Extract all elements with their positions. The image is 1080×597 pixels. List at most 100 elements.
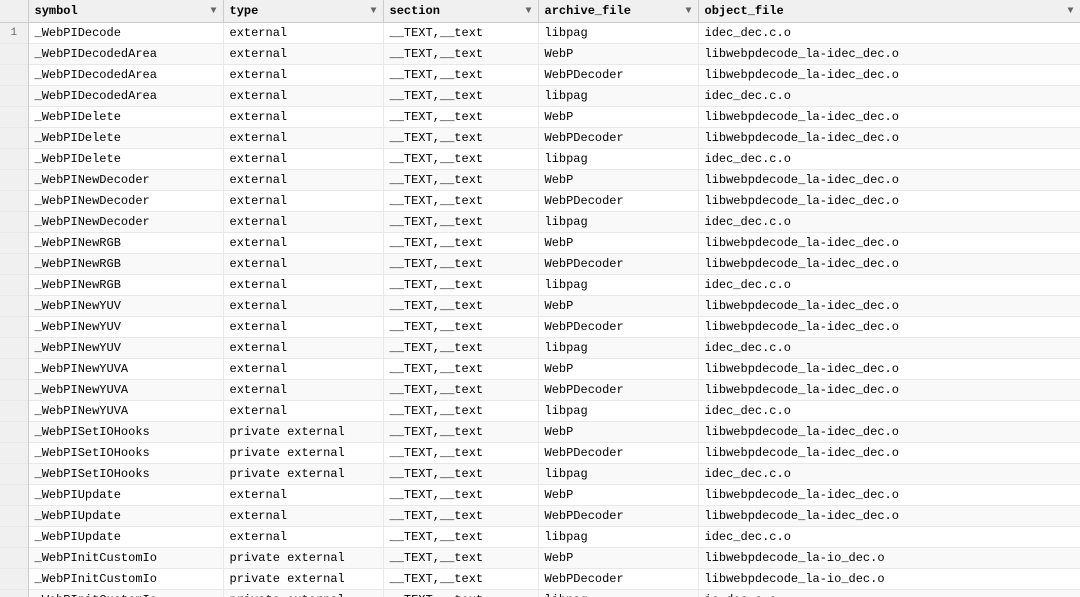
cell-row-num bbox=[0, 275, 28, 296]
archive-filter-icon[interactable]: ▼ bbox=[685, 6, 691, 17]
cell-object-file: idec_dec.c.o bbox=[698, 149, 1080, 170]
cell-section: __TEXT,__text bbox=[383, 275, 538, 296]
cell-type: external bbox=[223, 149, 383, 170]
cell-type: private external bbox=[223, 569, 383, 590]
cell-type: private external bbox=[223, 422, 383, 443]
cell-object-file: idec_dec.c.o bbox=[698, 401, 1080, 422]
cell-row-num bbox=[0, 170, 28, 191]
col-header-object[interactable]: object_file ▼ bbox=[698, 0, 1080, 23]
table-row: _WebPINewYUVexternal__TEXT,__textWebPlib… bbox=[0, 296, 1080, 317]
cell-section: __TEXT,__text bbox=[383, 128, 538, 149]
symbol-filter-icon[interactable]: ▼ bbox=[210, 6, 216, 17]
col-header-symbol[interactable]: symbol ▼ bbox=[28, 0, 223, 23]
cell-object-file: libwebpdecode_la-idec_dec.o bbox=[698, 65, 1080, 86]
cell-section: __TEXT,__text bbox=[383, 485, 538, 506]
cell-object-file: libwebpdecode_la-idec_dec.o bbox=[698, 296, 1080, 317]
table-row: _WebPISetIOHooksprivate external__TEXT,_… bbox=[0, 422, 1080, 443]
cell-row-num bbox=[0, 65, 28, 86]
cell-section: __TEXT,__text bbox=[383, 254, 538, 275]
cell-object-file: io_dec.c.o bbox=[698, 590, 1080, 597]
cell-row-num bbox=[0, 506, 28, 527]
cell-archive-file: libpag bbox=[538, 401, 698, 422]
col-header-archive[interactable]: archive_file ▼ bbox=[538, 0, 698, 23]
cell-type: external bbox=[223, 254, 383, 275]
cell-symbol: _WebPInitCustomIo bbox=[28, 590, 223, 597]
table-row: _WebPINewYUVexternal__TEXT,__textlibpagi… bbox=[0, 338, 1080, 359]
type-filter-icon[interactable]: ▼ bbox=[370, 6, 376, 17]
cell-row-num bbox=[0, 359, 28, 380]
cell-section: __TEXT,__text bbox=[383, 191, 538, 212]
cell-section: __TEXT,__text bbox=[383, 590, 538, 597]
cell-section: __TEXT,__text bbox=[383, 233, 538, 254]
cell-row-num bbox=[0, 380, 28, 401]
cell-type: private external bbox=[223, 590, 383, 597]
cell-type: external bbox=[223, 86, 383, 107]
table-row: 1_WebPIDecodeexternal__TEXT,__textlibpag… bbox=[0, 23, 1080, 44]
cell-object-file: libwebpdecode_la-idec_dec.o bbox=[698, 128, 1080, 149]
col-header-type[interactable]: type ▼ bbox=[223, 0, 383, 23]
cell-section: __TEXT,__text bbox=[383, 506, 538, 527]
col-header-type-label: type bbox=[230, 4, 259, 18]
cell-section: __TEXT,__text bbox=[383, 296, 538, 317]
table-row: _WebPInitCustomIoprivate external__TEXT,… bbox=[0, 569, 1080, 590]
cell-archive-file: WebP bbox=[538, 485, 698, 506]
cell-archive-file: WebP bbox=[538, 44, 698, 65]
cell-archive-file: WebPDecoder bbox=[538, 506, 698, 527]
cell-section: __TEXT,__text bbox=[383, 464, 538, 485]
main-table-container: symbol ▼ type ▼ section ▼ bbox=[0, 0, 1080, 597]
cell-archive-file: WebPDecoder bbox=[538, 254, 698, 275]
cell-symbol: _WebPINewYUV bbox=[28, 296, 223, 317]
cell-type: external bbox=[223, 170, 383, 191]
table-row: _WebPINewYUVexternal__TEXT,__textWebPDec… bbox=[0, 317, 1080, 338]
cell-section: __TEXT,__text bbox=[383, 107, 538, 128]
cell-symbol: _WebPISetIOHooks bbox=[28, 422, 223, 443]
cell-row-num bbox=[0, 485, 28, 506]
cell-archive-file: libpag bbox=[538, 338, 698, 359]
cell-row-num bbox=[0, 149, 28, 170]
cell-type: external bbox=[223, 380, 383, 401]
section-filter-icon[interactable]: ▼ bbox=[525, 6, 531, 17]
cell-symbol: _WebPIDelete bbox=[28, 149, 223, 170]
cell-archive-file: WebPDecoder bbox=[538, 191, 698, 212]
cell-section: __TEXT,__text bbox=[383, 65, 538, 86]
cell-type: external bbox=[223, 485, 383, 506]
cell-symbol: _WebPINewDecoder bbox=[28, 191, 223, 212]
cell-section: __TEXT,__text bbox=[383, 44, 538, 65]
cell-object-file: libwebpdecode_la-idec_dec.o bbox=[698, 359, 1080, 380]
cell-symbol: _WebPINewYUV bbox=[28, 317, 223, 338]
cell-symbol: _WebPINewYUVA bbox=[28, 401, 223, 422]
cell-symbol: _WebPIDecodedArea bbox=[28, 86, 223, 107]
cell-archive-file: libpag bbox=[538, 212, 698, 233]
object-filter-icon[interactable]: ▼ bbox=[1067, 6, 1073, 17]
cell-archive-file: libpag bbox=[538, 86, 698, 107]
col-header-row-num bbox=[0, 0, 28, 23]
cell-object-file: libwebpdecode_la-idec_dec.o bbox=[698, 254, 1080, 275]
cell-type: external bbox=[223, 44, 383, 65]
cell-section: __TEXT,__text bbox=[383, 443, 538, 464]
cell-type: external bbox=[223, 191, 383, 212]
table-row: _WebPINewYUVAexternal__TEXT,__textWebPDe… bbox=[0, 380, 1080, 401]
cell-archive-file: WebP bbox=[538, 296, 698, 317]
cell-row-num bbox=[0, 443, 28, 464]
cell-object-file: idec_dec.c.o bbox=[698, 338, 1080, 359]
cell-type: external bbox=[223, 128, 383, 149]
cell-archive-file: libpag bbox=[538, 275, 698, 296]
cell-row-num bbox=[0, 128, 28, 149]
cell-archive-file: libpag bbox=[538, 590, 698, 597]
cell-row-num bbox=[0, 191, 28, 212]
cell-archive-file: libpag bbox=[538, 149, 698, 170]
cell-object-file: libwebpdecode_la-idec_dec.o bbox=[698, 485, 1080, 506]
table-row: _WebPISetIOHooksprivate external__TEXT,_… bbox=[0, 464, 1080, 485]
cell-section: __TEXT,__text bbox=[383, 170, 538, 191]
cell-type: external bbox=[223, 233, 383, 254]
cell-type: private external bbox=[223, 443, 383, 464]
cell-symbol: _WebPINewDecoder bbox=[28, 212, 223, 233]
cell-object-file: libwebpdecode_la-idec_dec.o bbox=[698, 44, 1080, 65]
table-row: _WebPIDecodedAreaexternal__TEXT,__textWe… bbox=[0, 44, 1080, 65]
table-body: 1_WebPIDecodeexternal__TEXT,__textlibpag… bbox=[0, 23, 1080, 597]
cell-row-num: 1 bbox=[0, 23, 28, 44]
col-header-section[interactable]: section ▼ bbox=[383, 0, 538, 23]
cell-object-file: idec_dec.c.o bbox=[698, 464, 1080, 485]
table-row: _WebPINewDecoderexternal__TEXT,__textWeb… bbox=[0, 170, 1080, 191]
cell-section: __TEXT,__text bbox=[383, 359, 538, 380]
